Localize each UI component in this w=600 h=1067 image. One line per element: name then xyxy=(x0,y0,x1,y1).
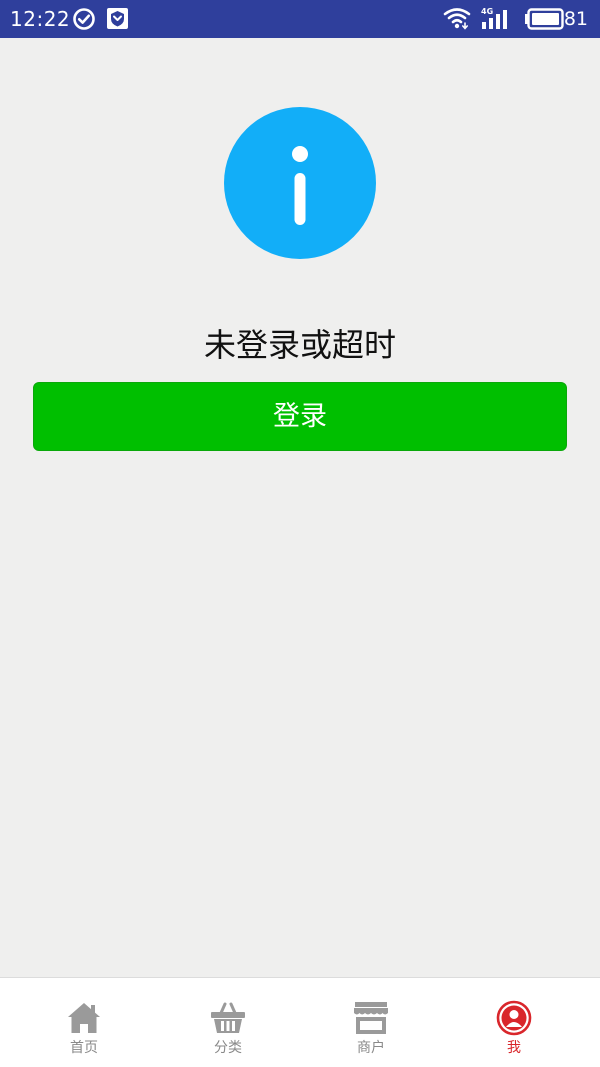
user-icon xyxy=(496,1000,532,1036)
tab-merchant[interactable]: 商户 xyxy=(296,978,446,1067)
check-circle-icon xyxy=(72,7,96,35)
tab-home[interactable]: 首页 xyxy=(9,978,159,1067)
login-button[interactable]: 登录 xyxy=(33,382,567,451)
battery-level: 81 xyxy=(563,8,588,30)
basket-icon xyxy=(210,1000,246,1036)
bottom-tab-bar: 首页 分类 商户 我 xyxy=(0,977,600,1067)
tab-home-label: 首页 xyxy=(70,1040,98,1056)
home-icon xyxy=(66,1000,102,1036)
store-icon xyxy=(353,1000,389,1036)
status-message: 未登录或超时 xyxy=(203,326,396,364)
wifi-icon xyxy=(443,6,471,34)
screen: 12:22 4G 81 未登录或超时 登录 首页 分类 商户 我 xyxy=(0,0,600,1067)
tab-me-label: 我 xyxy=(507,1040,521,1056)
battery-icon xyxy=(524,8,564,34)
status-time: 12:22 xyxy=(10,7,71,31)
shield-app-icon xyxy=(106,7,129,34)
tab-category[interactable]: 分类 xyxy=(153,978,303,1067)
tab-me[interactable]: 我 xyxy=(439,978,589,1067)
tab-merchant-label: 商户 xyxy=(357,1040,385,1056)
tab-category-label: 分类 xyxy=(214,1040,242,1056)
status-bar: 12:22 4G 81 xyxy=(0,0,600,38)
info-icon xyxy=(224,107,376,259)
signal-icon xyxy=(480,8,514,34)
